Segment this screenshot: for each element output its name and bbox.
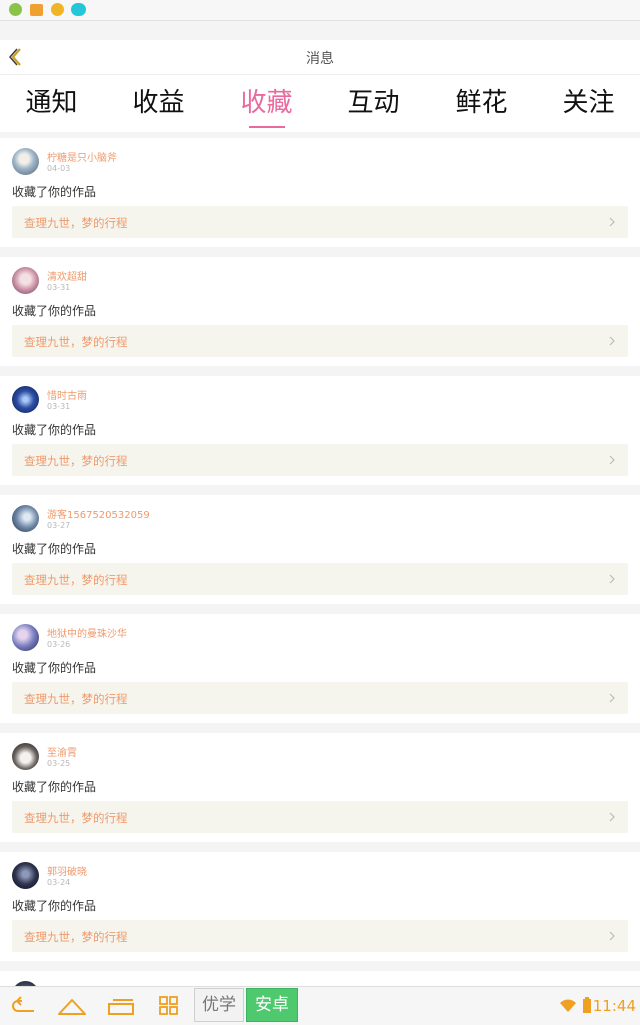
chevron-right-icon bbox=[609, 455, 615, 465]
pause-icon bbox=[51, 3, 64, 16]
username[interactable]: 柠糖是只小脑斧 bbox=[47, 149, 117, 164]
list-item: 清欢超甜 03-31 收藏了你的作品 查理九世，梦的行程 bbox=[0, 257, 640, 366]
work-link[interactable]: 查理九世，梦的行程 bbox=[12, 444, 628, 476]
chat-icon bbox=[71, 3, 86, 16]
tab-favorites[interactable]: 收藏 bbox=[213, 82, 320, 119]
gallery-icon bbox=[30, 4, 43, 16]
action-text: 收藏了你的作品 bbox=[12, 185, 97, 199]
message-date: 03-31 bbox=[47, 283, 71, 292]
avatar[interactable] bbox=[12, 624, 39, 651]
list-item: 游客1567520532059 03-27 收藏了你的作品 查理九世，梦的行程 bbox=[0, 495, 640, 604]
avatar[interactable] bbox=[12, 148, 39, 175]
username[interactable]: 至渝霄 bbox=[47, 744, 77, 759]
ime-youxue-button[interactable]: 优学 bbox=[194, 988, 244, 1022]
work-title: 查理九世，梦的行程 bbox=[24, 930, 128, 944]
ime-android-button[interactable]: 安卓 bbox=[246, 988, 298, 1022]
username[interactable]: 惜时古雨 bbox=[47, 387, 87, 402]
tab-flowers[interactable]: 鲜花 bbox=[428, 82, 535, 119]
work-title: 查理九世，梦的行程 bbox=[24, 692, 128, 706]
tab-interactions[interactable]: 互动 bbox=[320, 82, 427, 119]
grid-menu-icon[interactable] bbox=[158, 995, 180, 1017]
username[interactable]: 郭羽破晓 bbox=[47, 863, 87, 878]
work-title: 查理九世，梦的行程 bbox=[24, 216, 128, 230]
action-text: 收藏了你的作品 bbox=[12, 780, 97, 794]
active-tab-indicator bbox=[249, 126, 285, 128]
work-link[interactable]: 查理九世，梦的行程 bbox=[12, 563, 628, 595]
message-date: 03-26 bbox=[47, 640, 71, 649]
avatar[interactable] bbox=[12, 267, 39, 294]
chevron-right-icon bbox=[609, 574, 615, 584]
action-text: 收藏了你的作品 bbox=[12, 661, 97, 675]
work-link[interactable]: 查理九世，梦的行程 bbox=[12, 920, 628, 952]
page-title: 消息 bbox=[306, 51, 334, 67]
work-title: 查理九世，梦的行程 bbox=[24, 454, 128, 468]
chevron-right-icon bbox=[609, 336, 615, 346]
username[interactable]: 清欢超甜 bbox=[47, 268, 87, 283]
username[interactable]: 游客1567520532059 bbox=[47, 506, 150, 521]
work-link[interactable]: 查理九世，梦的行程 bbox=[12, 682, 628, 714]
work-link[interactable]: 查理九世，梦的行程 bbox=[12, 801, 628, 833]
list-item: 郭羽破晓 03-24 收藏了你的作品 查理九世，梦的行程 bbox=[0, 852, 640, 961]
work-title: 查理九世，梦的行程 bbox=[24, 811, 128, 825]
message-date: 04-03 bbox=[47, 164, 71, 173]
work-link[interactable]: 查理九世，梦的行程 bbox=[12, 206, 628, 238]
status-bar bbox=[0, 0, 640, 21]
tab-earnings[interactable]: 收益 bbox=[105, 82, 212, 119]
chevron-right-icon bbox=[609, 931, 615, 941]
list-item: 柠糖是只小脑斧 04-03 收藏了你的作品 查理九世，梦的行程 bbox=[0, 138, 640, 247]
back-nav-icon[interactable] bbox=[10, 995, 38, 1017]
message-date: 03-27 bbox=[47, 521, 71, 530]
action-text: 收藏了你的作品 bbox=[12, 542, 97, 556]
avatar[interactable] bbox=[12, 743, 39, 770]
wifi-icon bbox=[560, 999, 576, 1012]
battery-icon bbox=[583, 997, 592, 1013]
action-text: 收藏了你的作品 bbox=[12, 423, 97, 437]
app-notification-icon bbox=[9, 3, 22, 16]
tab-following[interactable]: 关注 bbox=[535, 82, 640, 119]
message-date: 03-25 bbox=[47, 759, 71, 768]
work-title: 查理九世，梦的行程 bbox=[24, 573, 128, 587]
work-link[interactable]: 查理九世，梦的行程 bbox=[12, 325, 628, 357]
action-text: 收藏了你的作品 bbox=[12, 304, 97, 318]
avatar[interactable] bbox=[12, 386, 39, 413]
message-date: 03-31 bbox=[47, 402, 71, 411]
chevron-right-icon bbox=[609, 693, 615, 703]
header-bar: 消息 bbox=[0, 40, 640, 75]
system-status-icons bbox=[559, 997, 592, 1017]
action-text: 收藏了你的作品 bbox=[12, 899, 97, 913]
work-title: 查理九世，梦的行程 bbox=[24, 335, 128, 349]
recent-apps-icon[interactable] bbox=[106, 995, 136, 1017]
list-item: 至渝霄 03-25 收藏了你的作品 查理九世，梦的行程 bbox=[0, 733, 640, 842]
home-icon[interactable] bbox=[57, 995, 87, 1017]
avatar[interactable] bbox=[12, 862, 39, 889]
clock: 11:44 bbox=[592, 997, 636, 1015]
message-date: 03-24 bbox=[47, 878, 71, 887]
username[interactable]: 地狱中的曼珠沙华 bbox=[47, 625, 127, 640]
chevron-right-icon bbox=[609, 217, 615, 227]
tab-notifications[interactable]: 通知 bbox=[0, 82, 105, 119]
tab-bar: 通知 收益 收藏 互动 鲜花 关注 bbox=[0, 75, 640, 132]
system-nav-bar: 优学 安卓 11:44 bbox=[0, 986, 640, 1025]
list-item: 地狱中的曼珠沙华 03-26 收藏了你的作品 查理九世，梦的行程 bbox=[0, 614, 640, 723]
avatar[interactable] bbox=[12, 505, 39, 532]
chevron-right-icon bbox=[609, 812, 615, 822]
list-item: 惜时古雨 03-31 收藏了你的作品 查理九世，梦的行程 bbox=[0, 376, 640, 485]
